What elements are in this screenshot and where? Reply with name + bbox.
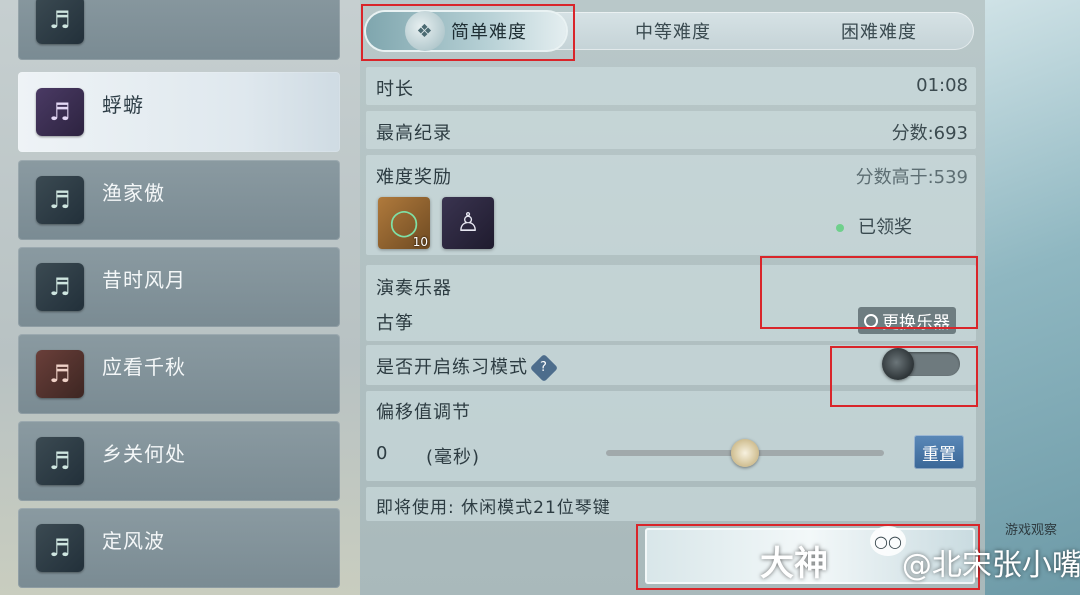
offset-label: 偏移值调节 — [376, 402, 471, 423]
music-book-icon: ♬ — [36, 524, 84, 572]
highlight-practice-toggle — [830, 346, 978, 407]
song-name: 应看千秋 — [102, 354, 186, 379]
music-book-icon: ♬ — [36, 437, 84, 485]
tab-label: 困难难度 — [841, 22, 917, 43]
song-item-fuyou[interactable]: ♬ 蜉蝣 — [18, 72, 340, 152]
practice-label-wrap: 是否开启练习模式? — [376, 353, 559, 383]
duration-value: 01:08 — [916, 75, 968, 96]
music-book-icon: ♬ — [36, 176, 84, 224]
watermark-big: 大神 @北宋张小嘴 — [760, 536, 1080, 585]
offset-value: 0 — [376, 443, 389, 464]
jade-ring-reward-icon[interactable]: ◯ 10 — [378, 197, 430, 249]
watermark-brand: 大神 — [760, 544, 828, 584]
instrument-value: 古筝 — [376, 313, 414, 334]
reward-status-text: 已领奖 — [858, 217, 912, 238]
tab-medium[interactable]: 中等难度 — [578, 12, 768, 50]
offset-slider-handle[interactable] — [731, 439, 759, 467]
reward-label: 难度奖励 — [376, 167, 452, 188]
song-name: 定风波 — [102, 528, 165, 553]
music-book-icon: ♬ — [36, 263, 84, 311]
tab-hard[interactable]: 困难难度 — [784, 12, 974, 50]
duration-row: 时长 01:08 — [366, 67, 976, 105]
reward-row: 难度奖励 分数高于:539 ◯ 10 ♙ 已领奖 — [366, 155, 976, 255]
duration-label: 时长 — [376, 79, 414, 100]
song-name: 蜉蝣 — [102, 92, 144, 117]
song-name: 乡关何处 — [102, 441, 186, 466]
music-book-icon: ♬ — [36, 88, 84, 136]
song-item-xiangguanhechu[interactable]: ♬ 乡关何处 — [18, 421, 340, 501]
song-item-xishifengyue[interactable]: ♬ 昔时风月 — [18, 247, 340, 327]
tab-label: 中等难度 — [635, 22, 711, 43]
song-item-dingfengbo[interactable]: ♬ 定风波 — [18, 508, 340, 588]
watermark-author: @北宋张小嘴 — [901, 548, 1080, 583]
mode-row: 即将使用: 休闲模式21位琴键 — [366, 487, 976, 521]
song-item-yingkanqianqiu[interactable]: ♬ 应看千秋 — [18, 334, 340, 414]
help-icon[interactable]: ? — [529, 353, 559, 383]
song-item-yujiaao[interactable]: ♬ 渔家傲 — [18, 160, 340, 240]
song-name: 昔时风月 — [102, 267, 186, 292]
costume-reward-icon[interactable]: ♙ — [442, 197, 494, 249]
decorative-background — [985, 0, 1080, 595]
reward-condition: 分数高于:539 — [855, 167, 968, 188]
mode-text: 即将使用: 休闲模式21位琴键 — [376, 498, 611, 518]
instrument-label: 演奏乐器 — [376, 278, 452, 299]
reward-claimed-status: 已领奖 — [836, 213, 912, 239]
reward-quantity: 10 — [412, 235, 428, 249]
reset-button[interactable]: 重置 — [914, 435, 964, 469]
record-row: 最高纪录 分数:693 — [366, 111, 976, 149]
reset-label: 重置 — [922, 444, 956, 465]
song-name: 渔家傲 — [102, 180, 165, 205]
offset-unit: (毫秒) — [426, 447, 481, 468]
music-book-icon: ♬ — [36, 350, 84, 398]
record-value: 分数:693 — [891, 123, 968, 144]
claimed-dot-icon — [836, 224, 844, 232]
song-item-partial[interactable]: ♬ — [18, 0, 340, 60]
record-label: 最高纪录 — [376, 123, 452, 144]
highlight-difficulty-tab — [361, 4, 575, 61]
highlight-change-instrument — [760, 256, 978, 329]
practice-label: 是否开启练习模式 — [376, 357, 528, 378]
music-book-icon: ♬ — [36, 0, 84, 44]
